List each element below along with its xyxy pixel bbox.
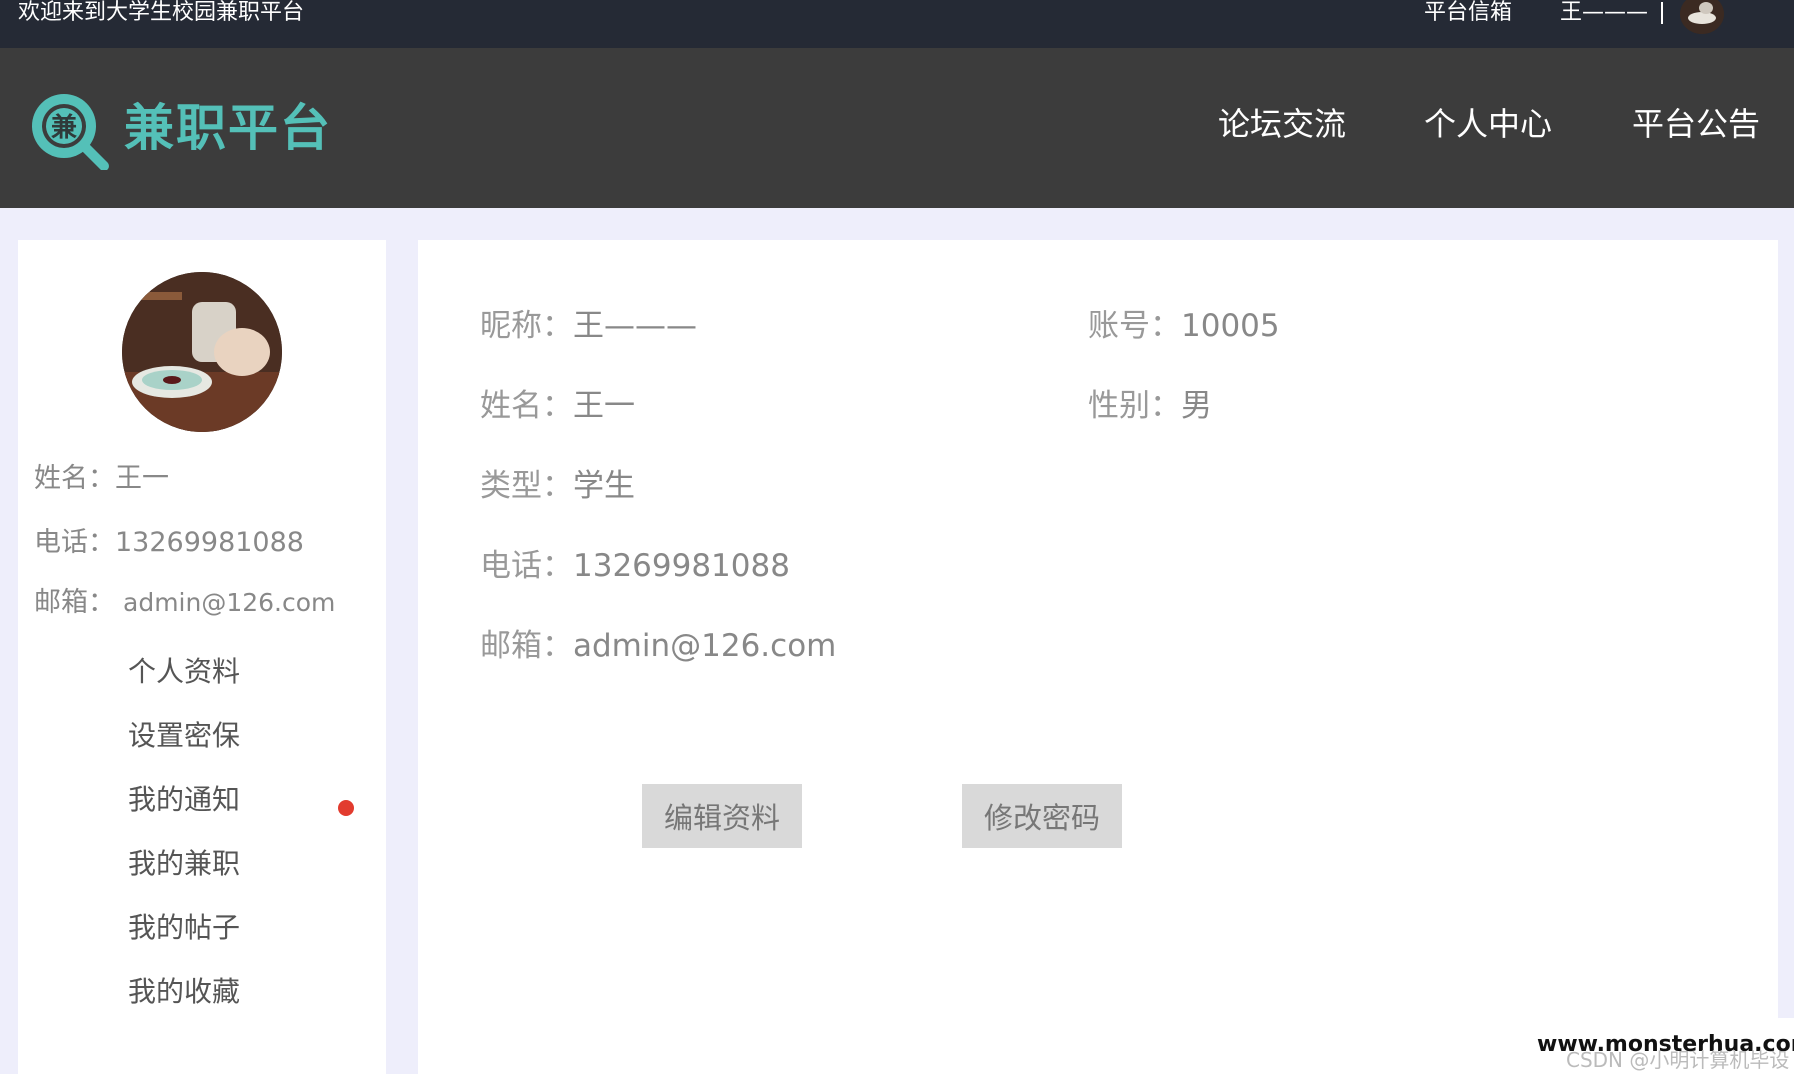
menu-my-jobs[interactable]: 我的兼职: [128, 846, 240, 882]
profile-panel: 昵称：王——— 账号：10005 姓名：王一 性别：男 类型：学生 电话：132…: [418, 240, 1778, 1074]
sidebar-phone: 电话：13269981088: [34, 526, 304, 560]
email-value: admin@126.com: [573, 628, 837, 664]
menu-security-question[interactable]: 设置密保: [128, 718, 240, 754]
phone-value: 13269981088: [573, 548, 790, 584]
nav-personal-center[interactable]: 个人中心: [1424, 104, 1552, 144]
sidebar-email-value: admin@126.com: [123, 588, 336, 617]
phone-label: 电话：: [480, 548, 573, 584]
notification-dot-icon: [338, 800, 354, 816]
edit-profile-button[interactable]: 编辑资料: [642, 784, 802, 848]
nickname-label: 昵称：: [480, 308, 573, 344]
main-header: 兼 兼职平台 论坛交流 个人中心 平台公告: [0, 48, 1794, 208]
nav-forum[interactable]: 论坛交流: [1218, 104, 1346, 144]
field-nickname: 昵称：王———: [480, 306, 697, 346]
sidebar-name-label: 姓名：: [34, 463, 115, 494]
divider: [1661, 2, 1663, 24]
email-label: 邮箱：: [480, 628, 573, 664]
sidebar: 姓名：王一 电话：13269981088 邮箱： admin@126.com 个人…: [18, 240, 386, 1074]
menu-my-favorites[interactable]: 我的收藏: [128, 974, 240, 1010]
sidebar-phone-value: 13269981088: [115, 527, 304, 558]
menu-profile[interactable]: 个人资料: [128, 654, 240, 690]
type-value: 学生: [573, 468, 635, 504]
top-bar: 欢迎来到大学生校园兼职平台 平台信箱 王———: [0, 0, 1794, 48]
watermark-credit: CSDN @小明计算机毕设: [1566, 1048, 1790, 1072]
type-label: 类型：: [480, 468, 573, 504]
logo-title[interactable]: 兼职平台: [124, 98, 332, 158]
logo-magnifier-icon[interactable]: 兼: [26, 90, 110, 170]
mailbox-link[interactable]: 平台信箱: [1424, 0, 1512, 26]
change-password-button[interactable]: 修改密码: [962, 784, 1122, 848]
username-link[interactable]: 王———: [1560, 0, 1648, 26]
user-avatar[interactable]: [122, 272, 282, 432]
menu-my-posts[interactable]: 我的帖子: [128, 910, 240, 946]
watermark: www.monsterhua.com CSDN @小明计算机毕设: [1534, 1018, 1794, 1074]
logo-char: 兼: [51, 112, 77, 143]
nav-announcements[interactable]: 平台公告: [1632, 104, 1760, 144]
name-label: 姓名：: [480, 388, 573, 424]
account-value: 10005: [1181, 308, 1280, 344]
account-label: 账号：: [1088, 308, 1181, 344]
field-gender: 性别：男: [1088, 386, 1212, 426]
sidebar-name: 姓名：王一: [34, 462, 169, 496]
gender-value: 男: [1181, 388, 1212, 424]
user-avatar-small[interactable]: [1680, 0, 1724, 34]
field-phone: 电话：13269981088: [480, 546, 790, 586]
sidebar-phone-label: 电话：: [34, 527, 115, 558]
field-name: 姓名：王一: [480, 386, 635, 426]
nickname-value: 王———: [573, 308, 697, 344]
welcome-text: 欢迎来到大学生校园兼职平台: [18, 0, 305, 25]
sidebar-email-label: 邮箱：: [34, 587, 115, 618]
sidebar-email: 邮箱： admin@126.com: [34, 586, 335, 620]
sidebar-name-value: 王一: [115, 463, 169, 494]
name-value: 王一: [573, 388, 635, 424]
field-account: 账号：10005: [1088, 306, 1280, 346]
menu-notifications[interactable]: 我的通知: [128, 782, 240, 818]
gender-label: 性别：: [1088, 388, 1181, 424]
field-email: 邮箱：admin@126.com: [480, 626, 836, 666]
field-type: 类型：学生: [480, 466, 635, 506]
